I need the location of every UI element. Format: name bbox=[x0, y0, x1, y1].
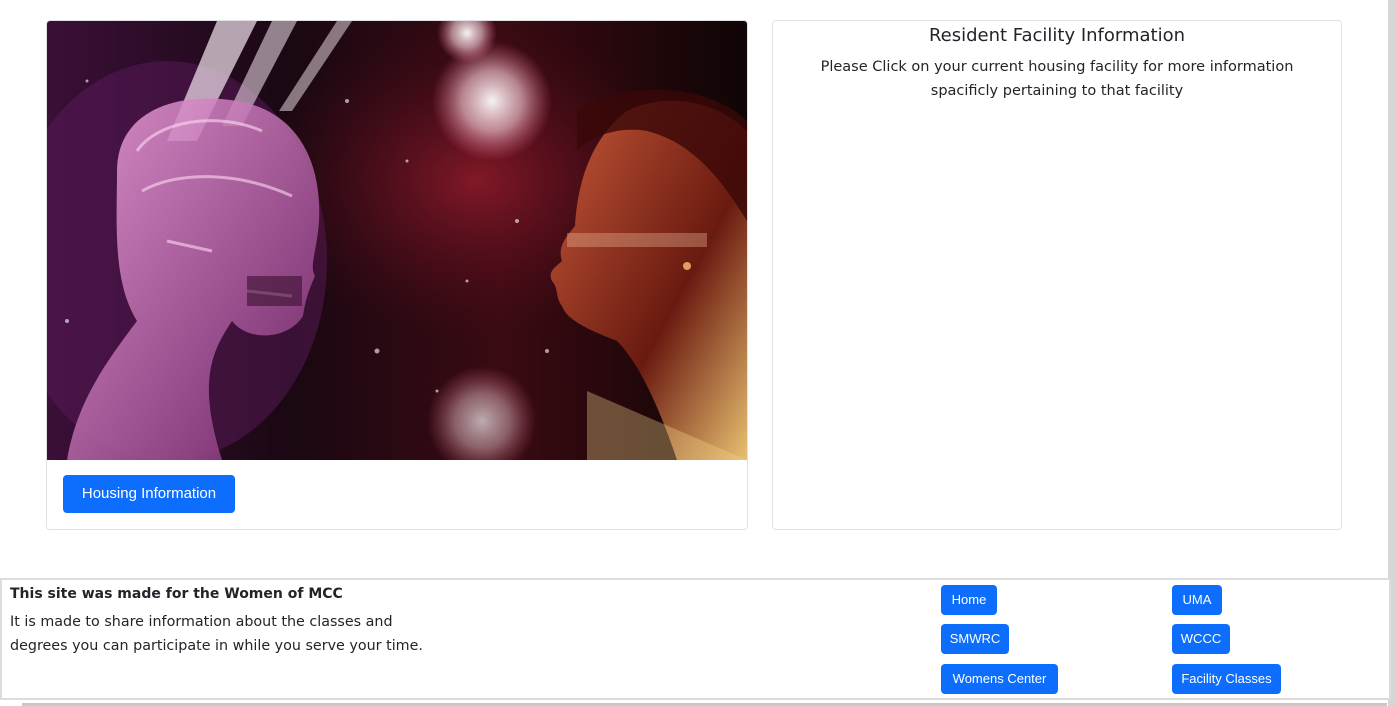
facility-title: Resident Facility Information bbox=[928, 25, 1186, 46]
housing-card: Housing Information bbox=[46, 20, 748, 530]
hero-image bbox=[47, 21, 747, 460]
nav-uma-button[interactable]: UMA bbox=[1172, 585, 1222, 615]
footer-description: It is made to share information about th… bbox=[10, 614, 423, 654]
footer-title: This site was made for the Women of MCC bbox=[10, 586, 343, 602]
facility-card: Resident Facility Information Please Cli… bbox=[772, 20, 1342, 530]
housing-information-button[interactable]: Housing Information bbox=[63, 475, 235, 513]
nav-wccc-button[interactable]: WCCC bbox=[1172, 624, 1230, 654]
nav-womens-center-button[interactable]: Womens Center bbox=[941, 664, 1058, 694]
footer: This site was made for the Women of MCC … bbox=[0, 578, 1391, 700]
nav-facility-classes-button[interactable]: Facility Classes bbox=[1172, 664, 1281, 694]
facility-description: Please Click on your current housing fac… bbox=[820, 59, 1294, 99]
nav-home-button[interactable]: Home bbox=[941, 585, 997, 615]
nav-smwrc-button[interactable]: SMWRC bbox=[941, 624, 1009, 654]
